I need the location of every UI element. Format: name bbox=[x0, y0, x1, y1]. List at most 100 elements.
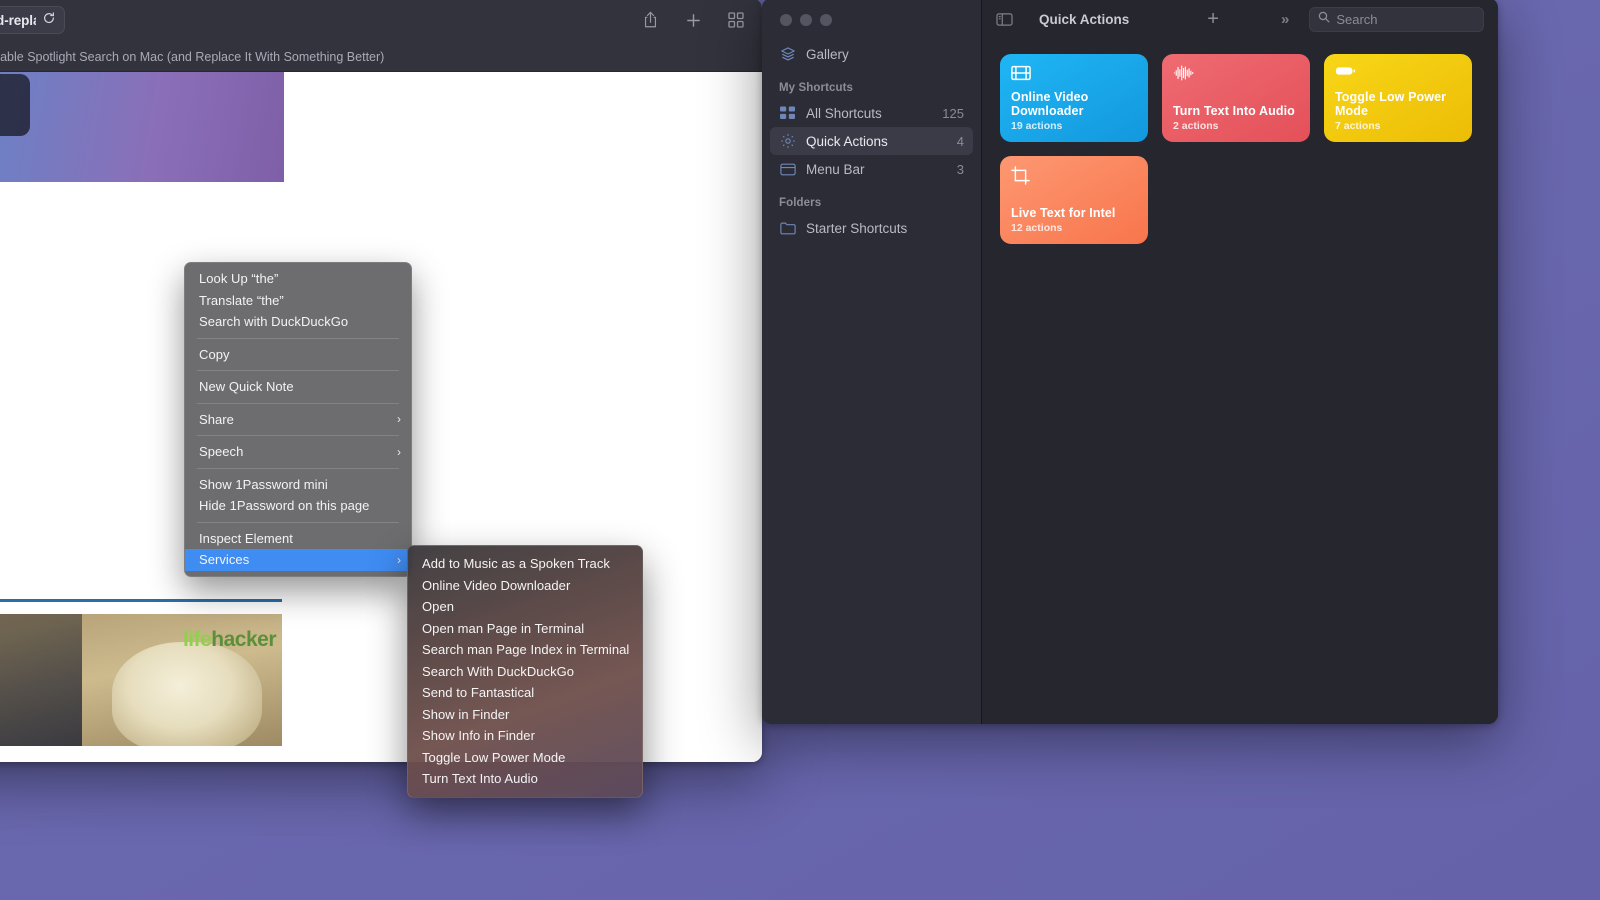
shortcuts-main: Quick Actions + » Search Online V bbox=[982, 0, 1498, 724]
card-title: Live Text for Intel bbox=[1011, 206, 1137, 220]
shortcut-card-online-video-downloader[interactable]: Online Video Downloader 19 actions bbox=[1000, 54, 1148, 142]
services-item-add-to-music[interactable]: Add to Music as a Spoken Track bbox=[408, 553, 642, 575]
grid-icon bbox=[779, 105, 796, 122]
context-menu-item-hide-1password[interactable]: Hide 1Password on this page bbox=[185, 495, 411, 517]
context-menu-item-look-up[interactable]: Look Up “the” bbox=[185, 268, 411, 290]
shortcuts-traffic-lights[interactable] bbox=[762, 8, 981, 40]
label: Translate “the” bbox=[199, 293, 284, 308]
services-item-show-in-finder[interactable]: Show in Finder bbox=[408, 704, 642, 726]
new-tab-icon[interactable] bbox=[685, 12, 702, 29]
card-title: Online Video Downloader bbox=[1011, 90, 1137, 118]
tab-title: How to Disable Spotlight Search on Mac (… bbox=[0, 50, 384, 64]
sidebar-section-my-shortcuts: My Shortcuts bbox=[762, 68, 981, 99]
shortcut-card-toggle-low-power-mode[interactable]: Toggle Low Power Mode 7 actions bbox=[1324, 54, 1472, 142]
services-item-show-info-in-finder[interactable]: Show Info in Finder bbox=[408, 725, 642, 747]
shortcuts-sidebar: Gallery My Shortcuts All Shortcuts 125 Q… bbox=[762, 0, 982, 724]
context-menu-item-show-1password-mini[interactable]: Show 1Password mini bbox=[185, 474, 411, 496]
zoom-button[interactable] bbox=[820, 14, 832, 26]
chevron-right-icon: › bbox=[397, 445, 401, 459]
hero-image: Command Command Open Command >_ bbox=[0, 72, 284, 182]
sidebar-item-count: 4 bbox=[957, 134, 964, 149]
address-bar[interactable]: /how-to-disable-spotlight-search-on-mac-… bbox=[0, 6, 65, 34]
gallery-stack-icon bbox=[779, 46, 796, 63]
card-title: Turn Text Into Audio bbox=[1173, 104, 1299, 118]
services-item-open[interactable]: Open bbox=[408, 596, 642, 618]
context-menu-item-translate[interactable]: Translate “the” bbox=[185, 290, 411, 312]
sidebar-item-gallery[interactable]: Gallery bbox=[770, 40, 973, 68]
label: Speech bbox=[199, 444, 243, 459]
context-menu-item-new-quick-note[interactable]: New Quick Note bbox=[185, 376, 411, 398]
context-menu-item-search-duckduckgo[interactable]: Search with DuckDuckGo bbox=[185, 311, 411, 333]
url-text: /how-to-disable-spotlight-search-on-mac-… bbox=[0, 13, 36, 28]
search-placeholder: Search bbox=[1336, 12, 1377, 27]
thumbnail-image-1[interactable] bbox=[0, 614, 82, 746]
menu-separator bbox=[197, 468, 399, 469]
safari-toolbar: /how-to-disable-spotlight-search-on-mac-… bbox=[0, 0, 762, 42]
card-subtitle: 7 actions bbox=[1335, 120, 1461, 132]
menubar-icon bbox=[779, 161, 796, 178]
shortcuts-toolbar: Quick Actions + » Search bbox=[982, 0, 1498, 40]
battery-icon bbox=[1335, 64, 1461, 86]
label: Search with DuckDuckGo bbox=[199, 314, 348, 329]
shortcuts-page-title: Quick Actions bbox=[1039, 12, 1129, 27]
label: Inspect Element bbox=[199, 531, 293, 546]
sidebar-item-label: Menu Bar bbox=[806, 162, 865, 177]
context-menu-item-share[interactable]: Share › bbox=[185, 409, 411, 431]
browser-tab[interactable]: lh How to Disable Spotlight Search on Ma… bbox=[0, 47, 400, 67]
sidebar-item-starter-shortcuts[interactable]: Starter Shortcuts bbox=[770, 214, 973, 242]
context-menu[interactable]: Look Up “the” Translate “the” Search wit… bbox=[184, 262, 412, 577]
sidebar-item-count: 125 bbox=[942, 106, 964, 121]
sidebar-item-all-shortcuts[interactable]: All Shortcuts 125 bbox=[770, 99, 973, 127]
label: Look Up “the” bbox=[199, 271, 278, 286]
lifehacker-watermark: lifehacker bbox=[183, 628, 276, 652]
card-title: Toggle Low Power Mode bbox=[1335, 90, 1461, 118]
services-item-turn-text-into-audio[interactable]: Turn Text Into Audio bbox=[408, 768, 642, 790]
services-item-toggle-low-power-mode[interactable]: Toggle Low Power Mode bbox=[408, 747, 642, 769]
waveform-icon bbox=[1173, 64, 1299, 86]
context-menu-item-inspect-element[interactable]: Inspect Element bbox=[185, 528, 411, 550]
label: Show 1Password mini bbox=[199, 477, 328, 492]
sidebar-toggle-icon[interactable] bbox=[996, 12, 1013, 27]
services-submenu[interactable]: Add to Music as a Spoken Track Online Vi… bbox=[407, 545, 643, 798]
hero-ghost-label-bottom: Command bbox=[0, 120, 30, 132]
shortcut-card-live-text-for-intel[interactable]: Live Text for Intel 12 actions bbox=[1000, 156, 1148, 244]
shortcuts-window[interactable]: Gallery My Shortcuts All Shortcuts 125 Q… bbox=[762, 0, 1498, 724]
services-item-search-man-page-index[interactable]: Search man Page Index in Terminal bbox=[408, 639, 642, 661]
chevron-right-icon: › bbox=[397, 553, 401, 567]
menu-separator bbox=[197, 370, 399, 371]
reload-icon[interactable] bbox=[42, 11, 56, 29]
thumbnail-image-2[interactable]: lifehacker bbox=[82, 614, 282, 746]
services-item-send-to-fantastical[interactable]: Send to Fantastical bbox=[408, 682, 642, 704]
label: Hide 1Password on this page bbox=[199, 498, 369, 513]
context-menu-item-services[interactable]: Services › bbox=[185, 549, 411, 571]
folder-icon bbox=[779, 220, 796, 237]
hero-ghost-label-top: Command bbox=[0, 84, 30, 96]
safari-toolbar-right bbox=[642, 0, 744, 42]
card-subtitle: 2 actions bbox=[1173, 120, 1299, 132]
menu-separator bbox=[197, 403, 399, 404]
services-item-open-man-page[interactable]: Open man Page in Terminal bbox=[408, 618, 642, 640]
share-icon[interactable] bbox=[642, 11, 659, 29]
sidebar-item-label: Quick Actions bbox=[806, 134, 888, 149]
menu-separator bbox=[197, 338, 399, 339]
sidebar-item-menu-bar[interactable]: Menu Bar 3 bbox=[770, 155, 973, 183]
context-menu-item-speech[interactable]: Speech › bbox=[185, 441, 411, 463]
minimize-button[interactable] bbox=[800, 14, 812, 26]
hero-command-overlay: Command Command bbox=[0, 74, 30, 136]
label: Share bbox=[199, 412, 234, 427]
chevron-right-icon: › bbox=[397, 412, 401, 426]
services-item-online-video-downloader[interactable]: Online Video Downloader bbox=[408, 575, 642, 597]
sidebar-item-label: Starter Shortcuts bbox=[806, 221, 907, 236]
tab-overview-icon[interactable] bbox=[728, 12, 744, 28]
safari-tab-bar: lh How to Disable Spotlight Search on Ma… bbox=[0, 42, 762, 72]
sidebar-item-quick-actions[interactable]: Quick Actions 4 bbox=[770, 127, 973, 155]
label: Copy bbox=[199, 347, 230, 362]
plus-icon[interactable]: + bbox=[1207, 9, 1219, 29]
shortcut-card-turn-text-into-audio[interactable]: Turn Text Into Audio 2 actions bbox=[1162, 54, 1310, 142]
menu-separator bbox=[197, 522, 399, 523]
services-item-search-duckduckgo[interactable]: Search With DuckDuckGo bbox=[408, 661, 642, 683]
chevron-double-right-icon[interactable]: » bbox=[1281, 11, 1289, 28]
close-button[interactable] bbox=[780, 14, 792, 26]
context-menu-item-copy[interactable]: Copy bbox=[185, 344, 411, 366]
search-input[interactable]: Search bbox=[1309, 7, 1484, 32]
